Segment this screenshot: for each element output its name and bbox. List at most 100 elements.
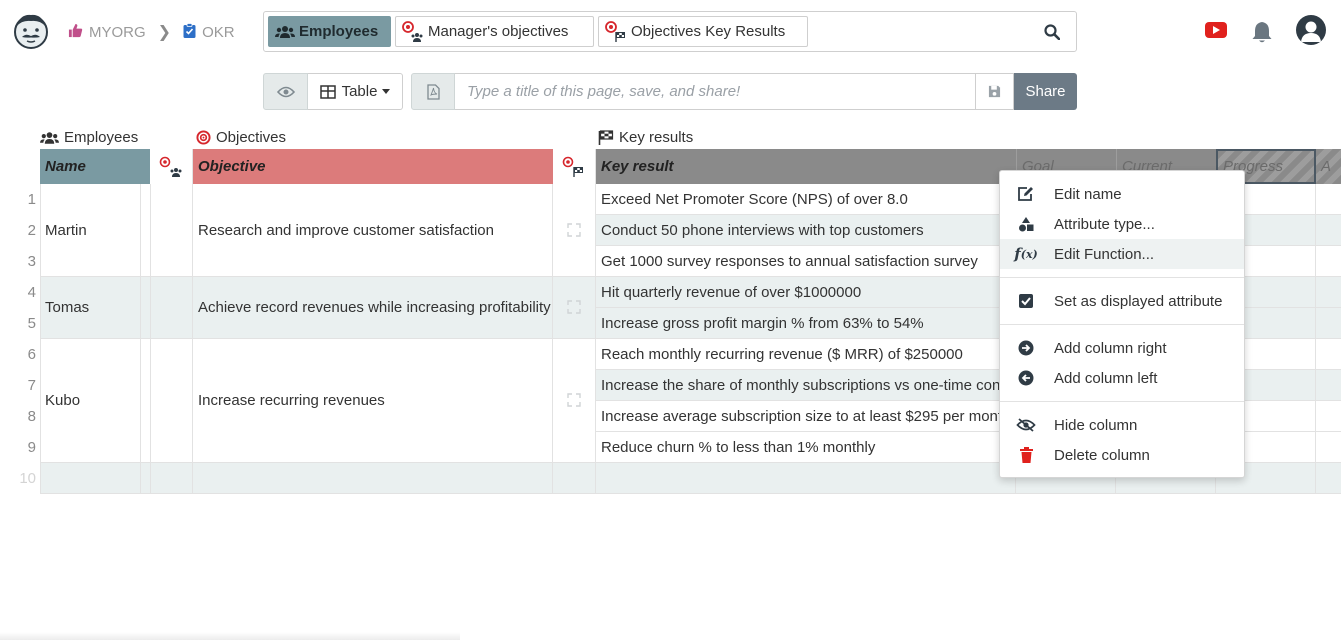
caret-down-icon (382, 89, 391, 94)
menu-item-hide-column[interactable]: Hide column (1000, 410, 1244, 440)
shapes-icon (998, 216, 1054, 232)
expand-icon[interactable] (567, 300, 581, 314)
row-number[interactable]: 5 (0, 315, 36, 332)
menu-item-set-displayed-attribute[interactable]: Set as displayed attribute (1000, 286, 1244, 316)
tab-objectives-key-results-label: Objectives Key Results (631, 23, 786, 40)
objective-cell[interactable]: Increase recurring revenues (198, 392, 385, 409)
menu-item-add-column-right[interactable]: Add column right (1000, 333, 1244, 363)
file-pdf-icon (426, 83, 440, 100)
clipboard-check-icon (183, 22, 196, 42)
column-divider (595, 184, 596, 494)
expand-icon[interactable] (567, 223, 581, 237)
menu-item-delete-column[interactable]: Delete column (1000, 440, 1244, 470)
objective-cell[interactable]: Research and improve customer satisfacti… (198, 222, 494, 239)
objective-cell[interactable]: Achieve record revenues while increasing… (198, 299, 551, 316)
menu-item-label: Delete column (1054, 446, 1150, 464)
youtube-icon[interactable] (1205, 22, 1227, 38)
target-users-icon (402, 20, 424, 43)
column-header-employees-link[interactable] (140, 149, 150, 184)
column-header-name[interactable]: Name (40, 149, 140, 184)
menu-item-attribute-type[interactable]: Attribute type... (1000, 209, 1244, 239)
employee-name-cell[interactable]: Tomas (45, 299, 89, 316)
tab-employees-label: Employees (299, 23, 379, 40)
employee-name-cell[interactable]: Kubo (45, 392, 80, 409)
app-logo[interactable] (12, 12, 50, 50)
table-icon (319, 84, 336, 99)
employee-name-cell[interactable]: Martin (45, 222, 87, 239)
share-button[interactable]: Share (1014, 73, 1077, 110)
avatar[interactable] (1296, 15, 1326, 45)
users-icon (275, 25, 295, 39)
row-number[interactable]: 7 (0, 377, 36, 394)
menu-divider (1000, 277, 1244, 278)
column-header-objective-label: Objective (198, 158, 266, 175)
visibility-button[interactable] (263, 73, 308, 110)
group-employees-label: Employees (64, 129, 139, 146)
key-result-cell[interactable]: Exceed Net Promoter Score (NPS) of over … (601, 191, 1011, 208)
expand-icon[interactable] (567, 393, 581, 407)
menu-item-label: Set as displayed attribute (1054, 292, 1223, 310)
row-number[interactable]: 10 (0, 470, 36, 487)
view-mode-label: Table (341, 83, 378, 100)
row-number[interactable]: 4 (0, 284, 36, 301)
menu-item-add-column-left[interactable]: Add column left (1000, 363, 1244, 393)
menu-item-edit-name[interactable]: Edit name (1000, 179, 1244, 209)
search-tabs-bar[interactable]: Employees Manager's objectives Objective… (263, 11, 1077, 52)
row-number[interactable]: 6 (0, 346, 36, 363)
menu-item-label: Attribute type... (1054, 215, 1155, 233)
key-result-cell[interactable]: Hit quarterly revenue of over $1000000 (601, 284, 1011, 301)
row-number[interactable]: 2 (0, 222, 36, 239)
key-result-cell[interactable]: Reach monthly recurring revenue ($ MRR) … (601, 346, 1011, 363)
mustache-face-icon (14, 14, 48, 49)
column-header-name-label: Name (45, 158, 86, 175)
row-number[interactable]: 3 (0, 253, 36, 270)
target-users-icon (159, 156, 182, 177)
column-header-managers[interactable] (150, 149, 193, 184)
scroll-shadow (0, 632, 460, 640)
column-divider (552, 184, 553, 494)
column-header-objective[interactable]: Objective (193, 149, 553, 184)
menu-item-label: Edit Function... (1054, 245, 1155, 263)
key-result-cell[interactable]: Increase gross profit margin % from 63% … (601, 315, 1011, 332)
function-icon: f (x) (1014, 245, 1038, 263)
column-context-menu: Edit name Attribute type... f (x) Edit Fu… (999, 170, 1245, 478)
column-divider (192, 184, 193, 494)
save-icon (988, 85, 1001, 98)
search-icon[interactable] (1044, 24, 1061, 45)
save-button[interactable] (976, 73, 1014, 110)
row-number[interactable]: 9 (0, 439, 36, 456)
tab-employees[interactable]: Employees (268, 16, 391, 47)
eye-slash-icon (998, 418, 1054, 432)
key-result-cell[interactable]: Increase the share of monthly subscripti… (601, 377, 1011, 394)
column-header-extra[interactable]: A (1316, 149, 1341, 184)
trash-icon (998, 447, 1054, 463)
breadcrumb-org[interactable]: MYORG (89, 24, 146, 41)
row-number[interactable]: 8 (0, 408, 36, 425)
group-key-results-label: Key results (619, 129, 694, 146)
arrow-right-circle-icon (998, 340, 1054, 356)
column-divider (1315, 184, 1316, 494)
eye-icon (276, 86, 295, 97)
user-icon (1301, 21, 1321, 42)
menu-item-edit-function[interactable]: f (x) Edit Function... (1000, 239, 1244, 269)
column-header-key-result[interactable]: Key result (596, 149, 1016, 184)
menu-item-label: Hide column (1054, 416, 1138, 434)
column-divider (140, 184, 141, 494)
target-flag-icon (562, 156, 583, 177)
breadcrumb-module[interactable]: OKR (202, 24, 235, 41)
checkered-flag-icon (598, 130, 614, 145)
key-result-cell[interactable]: Reduce churn % to less than 1% monthly (601, 439, 1011, 456)
tab-managers-objectives[interactable]: Manager's objectives (395, 16, 594, 47)
page-title-input[interactable]: Type a title of this page, save, and sha… (455, 73, 976, 110)
key-result-cell[interactable]: Conduct 50 phone interviews with top cus… (601, 222, 1011, 239)
row-number[interactable]: 1 (0, 191, 36, 208)
column-header-extra-label: A (1321, 158, 1332, 175)
key-result-cell[interactable]: Increase average subscription size to at… (601, 408, 1011, 425)
group-objectives-label: Objectives (216, 129, 287, 146)
document-button[interactable] (411, 73, 455, 110)
column-header-objective-key-results[interactable] (553, 149, 596, 184)
bell-icon[interactable] (1251, 20, 1273, 49)
tab-objectives-key-results[interactable]: Objectives Key Results (598, 16, 808, 47)
key-result-cell[interactable]: Get 1000 survey responses to annual sati… (601, 253, 1011, 270)
view-mode-dropdown[interactable]: Table (308, 73, 403, 110)
